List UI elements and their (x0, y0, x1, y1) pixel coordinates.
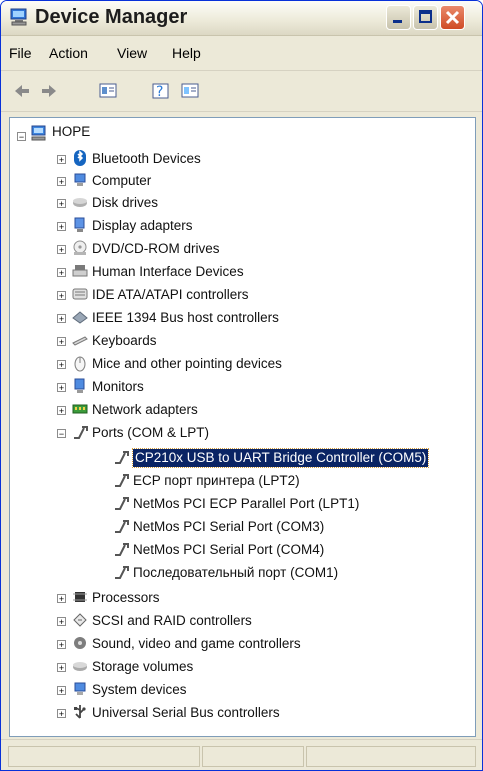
collapse-icon[interactable]: − (57, 429, 66, 439)
mouse-icon (74, 356, 86, 372)
port-icon (115, 497, 129, 510)
storage-volume-icon (73, 662, 87, 671)
tree-category-mice-and-other-pointing-devices[interactable]: Mice and other pointing devices (92, 355, 282, 373)
tree-category-sound-video-game-controllers[interactable]: Sound, video and game controllers (92, 635, 301, 653)
port-icon (115, 566, 129, 579)
help-menu[interactable]: Help (172, 45, 201, 61)
sound-icon (74, 637, 86, 649)
maximize-button[interactable] (413, 5, 438, 30)
scsi-raid-icon (73, 613, 87, 627)
usb-icon (74, 705, 86, 719)
svg-text:?: ? (156, 84, 163, 100)
tree-port-netmos-serial-com3[interactable]: NetMos PCI Serial Port (COM3) (133, 518, 324, 536)
window-title: Device Manager (35, 6, 188, 28)
keyboard-icon (72, 336, 88, 346)
expand-icon[interactable]: + (57, 360, 66, 370)
tree-category-display-adapters[interactable]: Display adapters (92, 217, 193, 235)
tree-category-dvd-cd-rom-drives[interactable]: DVD/CD-ROM drives (92, 240, 220, 258)
tree-category-network-adapters[interactable]: Network adapters (92, 401, 198, 419)
expand-icon[interactable]: + (57, 177, 66, 187)
tree-port-cp210x-com5[interactable]: CP210x USB to UART Bridge Controller (CO… (131, 448, 430, 468)
expand-icon[interactable]: + (57, 199, 66, 209)
root-node[interactable]: HOPE (52, 123, 90, 141)
show-hide-icon[interactable] (179, 80, 201, 102)
expand-icon[interactable]: + (57, 640, 66, 650)
ide-controller-icon (72, 288, 88, 300)
tree-port-netmos-serial-com4[interactable]: NetMos PCI Serial Port (COM4) (133, 541, 324, 559)
tree-category-human-interface-devices[interactable]: Human Interface Devices (92, 263, 244, 281)
port-icon (115, 474, 129, 487)
menu-bar: File Action View Help (1, 36, 482, 71)
back-icon[interactable] (11, 80, 33, 102)
tree-category-bluetooth-devices[interactable]: Bluetooth Devices (92, 150, 201, 168)
expand-icon[interactable]: + (57, 155, 66, 165)
expand-icon[interactable]: + (57, 709, 66, 719)
tree-category-disk-drives[interactable]: Disk drives (92, 194, 158, 212)
hid-icon (72, 265, 88, 277)
tree-category-processors[interactable]: Processors (92, 589, 160, 607)
tree-category-monitors[interactable]: Monitors (92, 378, 144, 396)
tree-category-computer[interactable]: Computer (92, 172, 151, 190)
expand-icon[interactable]: + (57, 291, 66, 301)
tree-category-keyboards[interactable]: Keyboards (92, 332, 157, 350)
monitor-icon (74, 378, 85, 393)
tree-category-scsi-raid-controllers[interactable]: SCSI and RAID controllers (92, 612, 252, 630)
tree-category-ieee-1394-bus-host-controllers[interactable]: IEEE 1394 Bus host controllers (92, 309, 279, 327)
device-manager-window: Device Manager File Action View Help ? −… (0, 0, 483, 771)
expand-icon[interactable]: + (57, 686, 66, 696)
minimize-button[interactable] (386, 5, 411, 30)
file-menu[interactable]: File (9, 45, 32, 61)
tree-category-system-devices[interactable]: System devices (92, 681, 187, 699)
title-bar[interactable]: Device Manager (1, 1, 482, 36)
system-devices-icon (74, 682, 86, 695)
tree-category-storage-volumes[interactable]: Storage volumes (92, 658, 193, 676)
port-icon (115, 543, 129, 556)
port-icon (115, 520, 129, 533)
expand-icon[interactable]: + (57, 617, 66, 627)
close-button[interactable] (440, 5, 465, 30)
bluetooth-icon (74, 150, 86, 166)
ieee1394-icon (72, 311, 88, 324)
expand-icon[interactable]: + (57, 663, 66, 673)
device-tree: − HOPE + Bluetooth Devices + Computer + … (9, 117, 476, 737)
port-icon (115, 451, 129, 464)
expand-icon[interactable]: + (57, 383, 66, 393)
disk-drives-icon (73, 198, 87, 207)
minimize-icon (393, 20, 402, 23)
expand-icon[interactable]: + (57, 337, 66, 347)
expand-icon[interactable]: + (57, 245, 66, 255)
port-icon (74, 426, 88, 439)
expand-icon[interactable]: + (57, 314, 66, 324)
collapse-icon[interactable]: − (17, 132, 26, 142)
status-pane-middle (202, 746, 304, 767)
action-menu[interactable]: Action (49, 45, 88, 61)
tree-category-ide-ata-atapi-controllers[interactable]: IDE ATA/ATAPI controllers (92, 286, 249, 304)
computer-icon (74, 173, 86, 186)
view-menu[interactable]: View (117, 45, 147, 61)
tree-port-serial-com1[interactable]: Последовательный порт (COM1) (133, 564, 338, 582)
maximize-icon (419, 10, 432, 23)
dvd-drive-icon (73, 240, 87, 255)
tree-port-netmos-parallel-lpt1[interactable]: NetMos PCI ECP Parallel Port (LPT1) (133, 495, 359, 513)
status-pane-right (306, 746, 476, 767)
computer-icon (31, 125, 46, 141)
expand-icon[interactable]: + (57, 222, 66, 232)
status-pane-main (8, 746, 200, 767)
display-adapters-icon (74, 217, 85, 232)
toolbar: ? (1, 71, 482, 112)
expand-icon[interactable]: + (57, 406, 66, 416)
help-icon[interactable]: ? (150, 80, 172, 102)
tree-category-ports-com-lpt[interactable]: Ports (COM & LPT) (92, 424, 209, 442)
forward-icon[interactable] (38, 80, 60, 102)
tree-category-universal-serial-bus-controllers[interactable]: Universal Serial Bus controllers (92, 704, 280, 722)
properties-icon[interactable] (97, 80, 119, 102)
computer-icon (10, 8, 27, 26)
processor-icon (73, 592, 87, 602)
expand-icon[interactable]: + (57, 268, 66, 278)
network-adapter-icon (72, 404, 88, 414)
expand-icon[interactable]: + (57, 594, 66, 604)
close-icon (445, 10, 460, 25)
tree-port-ecp-lpt2[interactable]: ECP порт принтера (LPT2) (133, 472, 300, 490)
status-bar (1, 739, 482, 770)
